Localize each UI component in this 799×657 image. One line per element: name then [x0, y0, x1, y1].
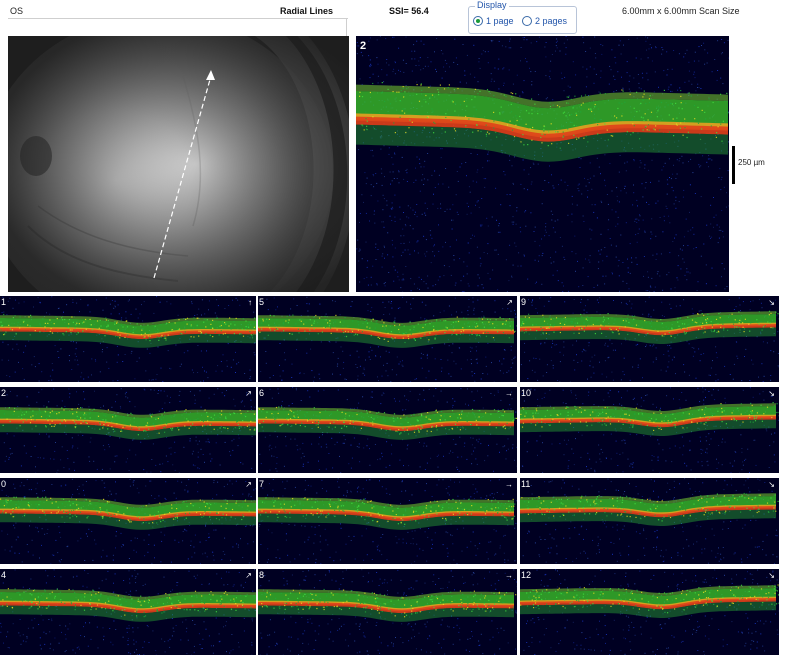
oct-thumbnail[interactable]: 11 ↘: [520, 478, 779, 564]
scan-direction-icon: ↗: [245, 389, 252, 398]
scan-direction-icon: →: [505, 389, 513, 398]
thumbnail-number: 8: [259, 570, 265, 580]
scan-direction-icon: →: [505, 480, 513, 489]
scan-direction-icon: ↗: [245, 571, 252, 580]
display-group: 1 page 2 pages: [468, 6, 577, 34]
oct-thumbnail[interactable]: 2 ↗: [0, 387, 256, 473]
thumbnail-number: 12: [521, 570, 532, 580]
display-option-label: 2 pages: [535, 16, 568, 26]
thumbnail-number: 4: [1, 570, 7, 580]
oct-thumbnail[interactable]: 6 →: [258, 387, 517, 473]
header-divider-right: [346, 18, 347, 36]
oct-thumbnail[interactable]: 10 ↘: [520, 387, 779, 473]
thumbnail-number: 7: [259, 479, 265, 489]
oct-thumbnail-graphic: [520, 478, 779, 564]
oct-thumbnail[interactable]: 7 →: [258, 478, 517, 564]
scan-direction-icon: ↘: [768, 389, 775, 398]
scan-direction-icon: ↗: [506, 298, 513, 307]
display-option-2-pages[interactable]: 2 pages: [522, 16, 567, 26]
oct-thumbnail[interactable]: 0 ↗: [0, 478, 256, 564]
scan-direction-icon: ↘: [768, 480, 775, 489]
thumbnail-number: 11: [521, 479, 531, 489]
radio-selected-icon[interactable]: [473, 16, 483, 26]
oct-thumbnail[interactable]: 8 →: [258, 569, 517, 655]
thumbnail-number: 5: [259, 297, 265, 307]
protocol-title: Radial Lines: [280, 6, 334, 16]
oct-thumbnail[interactable]: 5 ↗: [258, 296, 517, 382]
display-option-label: 1 page: [486, 16, 514, 26]
scan-direction-icon: ↘: [768, 298, 775, 307]
scan-size-label: 6.00mm x 6.00mm Scan Size: [622, 6, 740, 16]
main-oct-scan[interactable]: 2: [356, 36, 729, 292]
main-scan-number: 2: [360, 40, 367, 52]
oct-thumbnail[interactable]: 12 ↘: [520, 569, 779, 655]
scale-bar: [732, 146, 735, 184]
thumbnail-number: 1: [1, 297, 7, 307]
header-divider: [8, 18, 348, 19]
display-title: Display: [475, 0, 509, 10]
thumbnail-number: 10: [521, 388, 532, 398]
oct-thumbnail-graphic: [0, 388, 256, 473]
radio-unselected-icon[interactable]: [522, 16, 532, 26]
scan-direction-icon: ↑: [248, 298, 252, 307]
oct-thumbnail-graphic: [0, 478, 256, 564]
thumbnail-grid: 1 ↑ 5 ↗ 9 ↘ 2 ↗ 6 → 10 ↘ 0 ↗ 7 → 11 ↘ 4 ↗ 8 → 12 ↘: [0, 296, 779, 657]
oct-thumbnail-graphic: [258, 387, 517, 473]
main-oct-graphic: [356, 36, 729, 292]
thumbnail-number: 6: [259, 388, 265, 398]
oct-thumbnail-graphic: [0, 569, 256, 655]
thumbnail-number: 2: [1, 388, 7, 398]
oct-thumbnail-graphic: [520, 569, 779, 655]
oct-thumbnail-graphic: [258, 296, 517, 382]
scan-direction-icon: →: [505, 571, 513, 580]
display-option-1-page[interactable]: 1 page: [473, 16, 514, 26]
oct-thumbnail[interactable]: 1 ↑: [0, 296, 256, 382]
ssi-value: SSI= 56.4: [389, 6, 429, 16]
scan-direction-icon: ↘: [768, 571, 775, 580]
fundus-graphic: [8, 36, 349, 292]
scan-direction-icon: ↗: [245, 480, 252, 489]
oct-thumbnail[interactable]: 4 ↗: [0, 569, 256, 655]
oct-thumbnail-graphic: [520, 387, 779, 473]
oct-thumbnail-graphic: [520, 296, 779, 382]
thumbnail-number: 0: [1, 479, 7, 489]
eye-label: OS: [10, 6, 24, 16]
thumbnail-number: 9: [521, 297, 527, 307]
oct-thumbnail-graphic: [258, 478, 517, 564]
oct-thumbnail-graphic: [258, 569, 517, 655]
oct-thumbnail[interactable]: 9 ↘: [520, 296, 779, 382]
fundus-image[interactable]: [8, 36, 349, 292]
oct-thumbnail-graphic: [0, 296, 256, 382]
scale-bar-label: 250 µm: [738, 158, 765, 167]
